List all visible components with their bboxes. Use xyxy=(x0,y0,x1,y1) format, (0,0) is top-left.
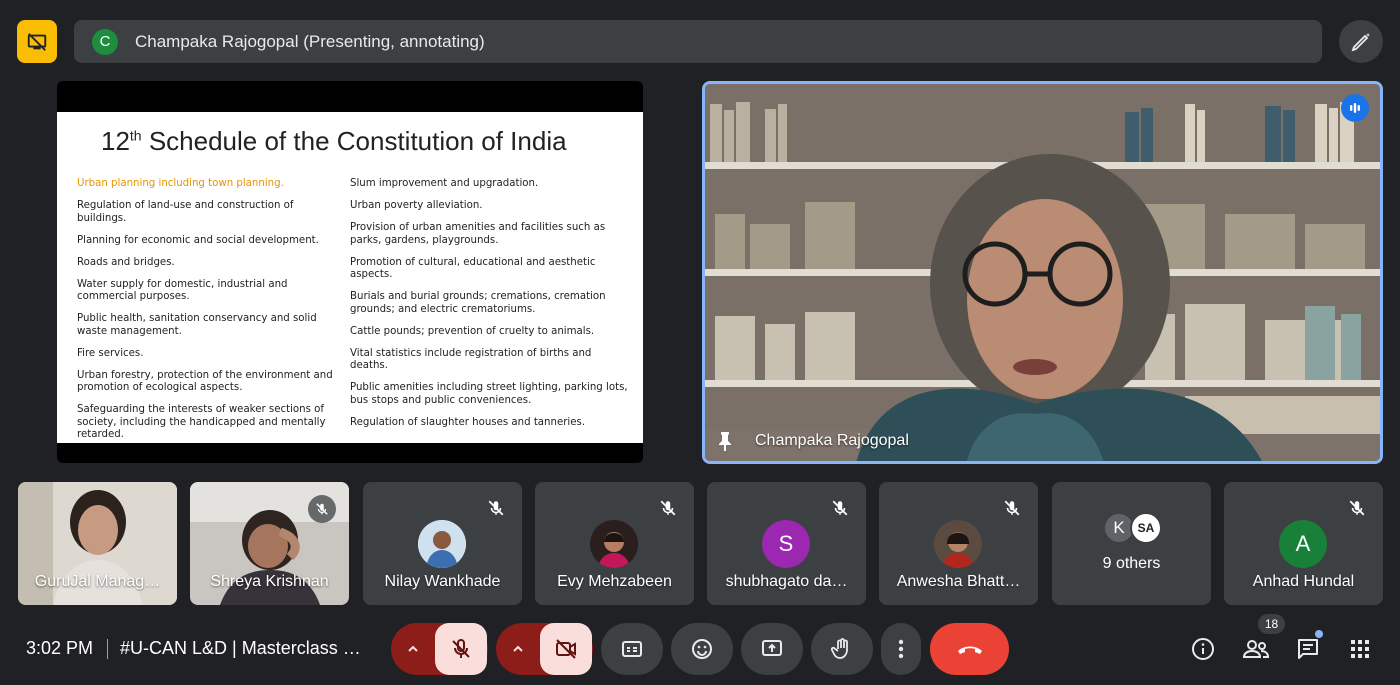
audio-options-button[interactable] xyxy=(391,623,435,675)
participant-tile[interactable]: Anwesha Bhatt… xyxy=(879,482,1038,605)
present-now-button[interactable] xyxy=(741,623,803,675)
slide-left-column: Urban planning including town planning. … xyxy=(77,178,339,451)
stop-presenting-button[interactable] xyxy=(17,20,57,63)
chat-icon xyxy=(1298,639,1318,659)
participant-tile[interactable]: Nilay Wankhade xyxy=(363,482,522,605)
more-options-button[interactable] xyxy=(881,623,921,675)
muted-icon xyxy=(832,500,848,516)
chevron-up-icon xyxy=(513,645,523,652)
info-icon xyxy=(1192,638,1214,660)
presentation-slide: 12th Schedule of the Constitution of Ind… xyxy=(57,112,643,443)
video-options-button[interactable] xyxy=(496,623,540,675)
participant-tile[interactable]: S shubhagato da… xyxy=(707,482,866,605)
raise-hand-button[interactable] xyxy=(811,623,873,675)
muted-icon xyxy=(488,500,504,516)
pen-sparkle-icon xyxy=(1351,32,1370,51)
participant-name: GuruJal Manag… xyxy=(34,573,161,590)
participant-name: Anhad Hundal xyxy=(1252,573,1355,590)
participant-name: Anwesha Bhatt… xyxy=(896,573,1021,590)
slide-item: Provision of urban amenities and facilit… xyxy=(350,222,606,246)
slide-item: Safeguarding the interests of weaker sec… xyxy=(77,404,326,440)
participant-name: Shreya Krishnan xyxy=(210,573,329,590)
participant-tile[interactable]: Evy Mehzabeen xyxy=(535,482,694,605)
slide-item: Vital statistics include registration of… xyxy=(350,347,592,372)
slide-item: Public amenities including street lighti… xyxy=(350,382,628,406)
slide-item: Slum improvement and upgradation. xyxy=(350,178,539,189)
participant-name: shubhagato da… xyxy=(725,573,848,590)
presenting-label: Champaka Rajogopal (Presenting, annotati… xyxy=(135,31,485,51)
leave-call-button[interactable] xyxy=(930,623,1009,675)
slide-title: 12th Schedule of the Constitution of Ind… xyxy=(101,126,567,156)
participant-name: 9 others xyxy=(1102,555,1161,572)
slide-item: Public health, sanitation conservancy an… xyxy=(77,313,317,337)
camera-off-icon xyxy=(556,639,576,659)
slide-item: Promotion of cultural, educational and a… xyxy=(350,256,596,281)
slide-item: Planning for economic and social develop… xyxy=(77,234,319,246)
shared-screen: 12th Schedule of the Constitution of Ind… xyxy=(57,81,643,463)
activities-button[interactable] xyxy=(1345,634,1375,664)
present-off-icon xyxy=(27,32,47,51)
presentation-banner: C Champaka Rajogopal (Presenting, annota… xyxy=(74,20,1322,63)
present-screen-icon xyxy=(762,640,782,656)
slide-item: Regulation of land-use and construction … xyxy=(77,200,294,224)
slide-item: Fire services. xyxy=(77,347,144,359)
captions-icon xyxy=(622,641,642,657)
slide-item: Regulation of slaughter houses and tanne… xyxy=(350,416,586,428)
slide-item: Urban planning including town planning. xyxy=(77,178,284,189)
call-end-icon xyxy=(957,646,982,654)
others-avatar-sa: SA xyxy=(1130,512,1162,544)
divider xyxy=(107,639,108,659)
clock: 3:02 PM xyxy=(26,638,94,658)
apps-grid-icon xyxy=(1351,640,1369,658)
participant-avatar: A xyxy=(1279,520,1327,568)
muted-icon xyxy=(660,500,676,516)
participant-count-badge: 18 xyxy=(1258,614,1285,634)
muted-icon xyxy=(1004,500,1020,516)
annotate-button[interactable] xyxy=(1339,20,1383,63)
people-button[interactable] xyxy=(1241,634,1271,664)
slide-item: Cattle pounds; prevention of cruelty to … xyxy=(350,325,595,337)
slide-right-column: Slum improvement and upgradation. Urban … xyxy=(350,178,632,439)
participant-name: Nilay Wankhade xyxy=(384,573,501,590)
speaking-indicator-icon xyxy=(1341,94,1369,122)
hand-icon xyxy=(830,638,848,659)
camera-toggle-button[interactable] xyxy=(540,623,592,675)
slide-item: Urban forestry, protection of the enviro… xyxy=(77,369,333,394)
captions-button[interactable] xyxy=(601,623,663,675)
participant-tile[interactable]: Shreya Krishnan xyxy=(190,482,349,605)
participant-avatar: S xyxy=(762,520,810,568)
participant-avatar xyxy=(418,520,466,568)
participant-avatar xyxy=(934,520,982,568)
participant-tile[interactable]: A Anhad Hundal xyxy=(1224,482,1383,605)
meeting-details-button[interactable] xyxy=(1188,634,1218,664)
muted-icon xyxy=(1349,500,1365,516)
muted-icon xyxy=(308,495,336,523)
meeting-title: #U-CAN L&D | Masterclass b… xyxy=(120,638,370,658)
chat-notification-dot xyxy=(1315,630,1323,638)
participant-name: Evy Mehzabeen xyxy=(557,573,672,590)
bookshelf-background xyxy=(705,84,1380,461)
participant-tile-others[interactable]: K SA 9 others xyxy=(1052,482,1211,605)
speaker-name: Champaka Rajogopal xyxy=(755,432,909,449)
chat-button[interactable] xyxy=(1293,634,1323,664)
reactions-button[interactable] xyxy=(671,623,733,675)
slide-item: Roads and bridges. xyxy=(77,256,175,268)
mic-toggle-button[interactable] xyxy=(435,623,487,675)
people-icon xyxy=(1242,640,1270,658)
speaker-video-tile[interactable] xyxy=(702,81,1383,464)
participant-avatar xyxy=(590,520,638,568)
camera-control xyxy=(496,623,593,675)
mic-off-icon xyxy=(452,639,470,658)
presenter-avatar: C xyxy=(92,28,118,55)
chevron-up-icon xyxy=(408,645,418,652)
mic-control xyxy=(391,623,488,675)
participant-tile[interactable]: GuruJal Manag… xyxy=(18,482,177,605)
slide-item: Urban poverty alleviation. xyxy=(350,200,483,211)
pin-icon[interactable] xyxy=(716,431,734,451)
more-vert-icon xyxy=(898,639,904,659)
emoji-icon xyxy=(692,639,712,659)
slide-item: Water supply for domestic, industrial an… xyxy=(77,278,288,303)
slide-item: Burials and burial grounds; cremations, … xyxy=(350,291,606,315)
